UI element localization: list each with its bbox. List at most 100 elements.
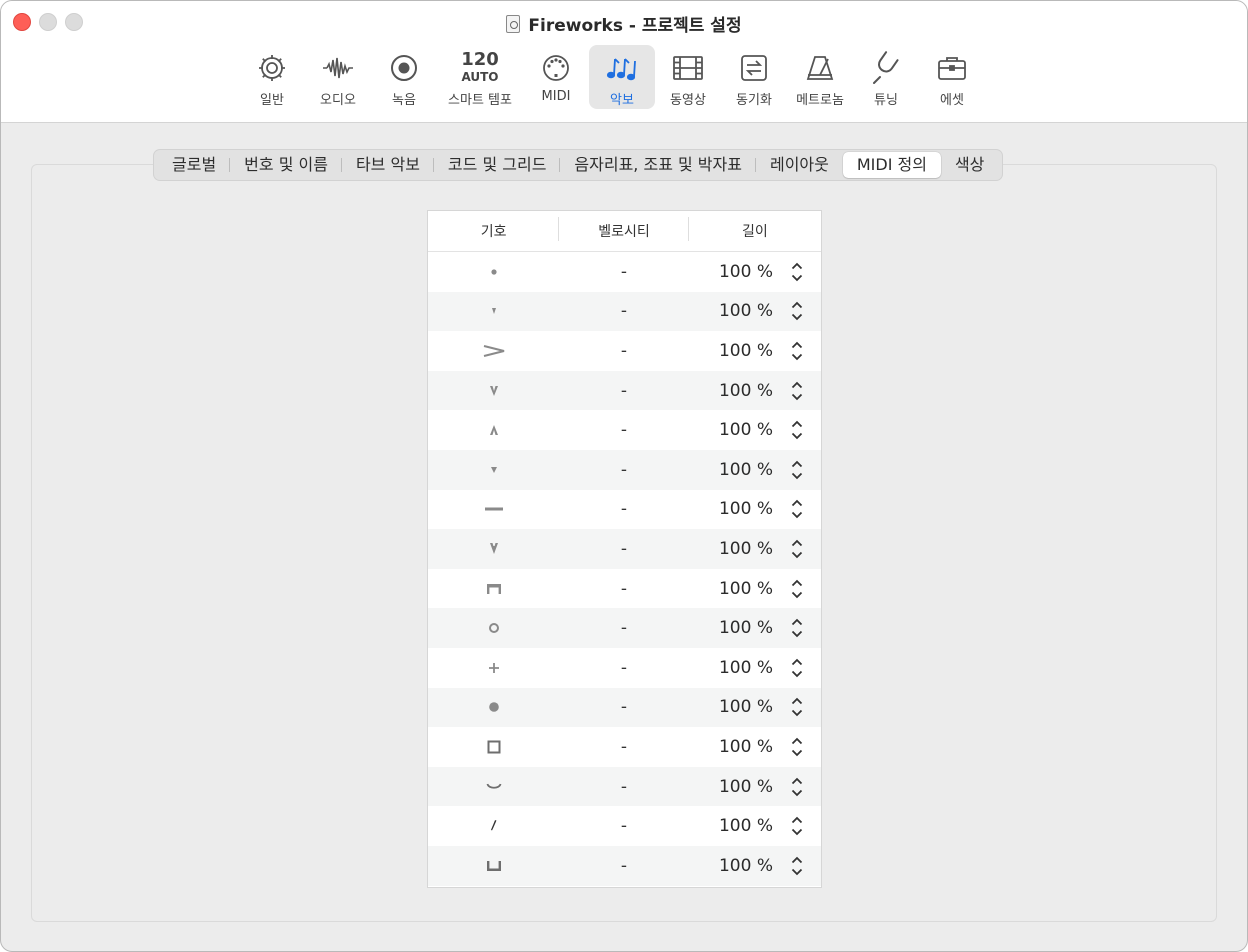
length-stepper[interactable] — [791, 420, 803, 440]
table-row[interactable]: - 100 % — [428, 845, 821, 886]
velocity-cell[interactable]: - — [559, 420, 688, 440]
chevron-up-icon[interactable] — [791, 460, 803, 468]
table-row[interactable]: - 100 % — [428, 648, 821, 688]
chevron-down-icon[interactable] — [791, 274, 803, 282]
table-row[interactable]: - 100 % — [428, 449, 821, 490]
length-value[interactable]: 100 % — [719, 341, 773, 361]
toolbar-item-audio[interactable]: 오디오 — [305, 45, 371, 109]
table-row[interactable]: - 100 % — [428, 569, 821, 609]
tab-layout[interactable]: 레이아웃 — [756, 152, 843, 178]
table-row[interactable]: - 100 % — [428, 331, 821, 371]
chevron-up-icon[interactable] — [791, 381, 803, 389]
tab-chords-grids[interactable]: 코드 및 그리드 — [434, 152, 561, 178]
length-stepper[interactable] — [791, 856, 803, 876]
velocity-cell[interactable]: - — [559, 658, 688, 678]
length-stepper[interactable] — [791, 262, 803, 282]
toolbar-item-assets[interactable]: 에셋 — [919, 45, 985, 109]
velocity-cell[interactable]: - — [559, 579, 688, 599]
tab-tablature[interactable]: 타브 악보 — [342, 152, 434, 178]
chevron-down-icon[interactable] — [791, 511, 803, 519]
velocity-cell[interactable]: - — [559, 301, 688, 321]
chevron-down-icon[interactable] — [791, 828, 803, 836]
velocity-cell[interactable]: - — [559, 777, 688, 797]
length-cell[interactable]: 100 % — [689, 341, 821, 361]
chevron-down-icon[interactable] — [791, 591, 803, 599]
column-header-velocity[interactable]: 벨로시티 — [559, 217, 690, 241]
length-value[interactable]: 100 % — [719, 737, 773, 757]
table-row[interactable]: - 100 % — [428, 766, 821, 807]
length-cell[interactable]: 100 % — [689, 579, 821, 599]
length-value[interactable]: 100 % — [719, 777, 773, 797]
toolbar-item-metronome[interactable]: 메트로놈 — [787, 45, 853, 109]
length-stepper[interactable] — [791, 539, 803, 559]
length-cell[interactable]: 100 % — [689, 499, 821, 519]
column-header-length[interactable]: 길이 — [689, 221, 821, 241]
chevron-down-icon[interactable] — [791, 432, 803, 440]
length-cell[interactable]: 100 % — [689, 856, 821, 876]
chevron-up-icon[interactable] — [791, 737, 803, 745]
length-value[interactable]: 100 % — [719, 262, 773, 282]
chevron-down-icon[interactable] — [791, 868, 803, 876]
length-value[interactable]: 100 % — [719, 856, 773, 876]
chevron-down-icon[interactable] — [791, 670, 803, 678]
toolbar-item-sync[interactable]: 동기화 — [721, 45, 787, 109]
tab-midi-definition[interactable]: MIDI 정의 — [842, 152, 941, 178]
velocity-cell[interactable]: - — [559, 262, 688, 282]
table-row[interactable]: - 100 % — [428, 291, 821, 332]
chevron-up-icon[interactable] — [791, 301, 803, 309]
velocity-cell[interactable]: - — [559, 539, 688, 559]
velocity-cell[interactable]: - — [559, 381, 688, 401]
toolbar-item-tuning[interactable]: 튜닝 — [853, 45, 919, 109]
length-stepper[interactable] — [791, 697, 803, 717]
chevron-down-icon[interactable] — [791, 393, 803, 401]
table-row[interactable]: - 100 % — [428, 370, 821, 411]
table-row[interactable]: - 100 % — [428, 490, 821, 530]
length-cell[interactable]: 100 % — [689, 262, 821, 282]
length-cell[interactable]: 100 % — [689, 420, 821, 440]
chevron-up-icon[interactable] — [791, 658, 803, 666]
length-cell[interactable]: 100 % — [689, 460, 821, 480]
length-cell[interactable]: 100 % — [689, 381, 821, 401]
length-value[interactable]: 100 % — [719, 579, 773, 599]
length-cell[interactable]: 100 % — [689, 539, 821, 559]
length-stepper[interactable] — [791, 301, 803, 321]
chevron-down-icon[interactable] — [791, 353, 803, 361]
chevron-up-icon[interactable] — [791, 341, 803, 349]
length-stepper[interactable] — [791, 737, 803, 757]
length-stepper[interactable] — [791, 341, 803, 361]
length-value[interactable]: 100 % — [719, 381, 773, 401]
toolbar-item-movie[interactable]: 동영상 — [655, 45, 721, 109]
chevron-down-icon[interactable] — [791, 789, 803, 797]
velocity-cell[interactable]: - — [559, 499, 688, 519]
toolbar-item-midi[interactable]: MIDI — [523, 45, 589, 109]
length-cell[interactable]: 100 % — [689, 618, 821, 638]
chevron-up-icon[interactable] — [791, 697, 803, 705]
length-cell[interactable]: 100 % — [689, 658, 821, 678]
length-cell[interactable]: 100 % — [689, 816, 821, 836]
chevron-down-icon[interactable] — [791, 749, 803, 757]
table-row[interactable]: - 100 % — [428, 727, 821, 767]
length-cell[interactable]: 100 % — [689, 737, 821, 757]
toolbar-item-smart-tempo[interactable]: 120 AUTO 스마트 템포 — [437, 45, 523, 109]
column-header-symbol[interactable]: 기호 — [428, 217, 560, 241]
length-cell[interactable]: 100 % — [689, 697, 821, 717]
velocity-cell[interactable]: - — [559, 737, 688, 757]
velocity-cell[interactable]: - — [559, 460, 688, 480]
chevron-up-icon[interactable] — [791, 618, 803, 626]
toolbar-item-record[interactable]: 녹음 — [371, 45, 437, 109]
chevron-down-icon[interactable] — [791, 313, 803, 321]
table-row[interactable]: - 100 % — [428, 529, 821, 569]
length-value[interactable]: 100 % — [719, 658, 773, 678]
length-cell[interactable]: 100 % — [689, 301, 821, 321]
table-row[interactable]: - 100 % — [428, 806, 821, 846]
chevron-down-icon[interactable] — [791, 709, 803, 717]
chevron-up-icon[interactable] — [791, 262, 803, 270]
length-value[interactable]: 100 % — [719, 499, 773, 519]
length-stepper[interactable] — [791, 499, 803, 519]
velocity-cell[interactable]: - — [559, 618, 688, 638]
length-value[interactable]: 100 % — [719, 420, 773, 440]
length-value[interactable]: 100 % — [719, 697, 773, 717]
chevron-up-icon[interactable] — [791, 856, 803, 864]
table-row[interactable]: - 100 % — [428, 252, 821, 292]
length-stepper[interactable] — [791, 816, 803, 836]
